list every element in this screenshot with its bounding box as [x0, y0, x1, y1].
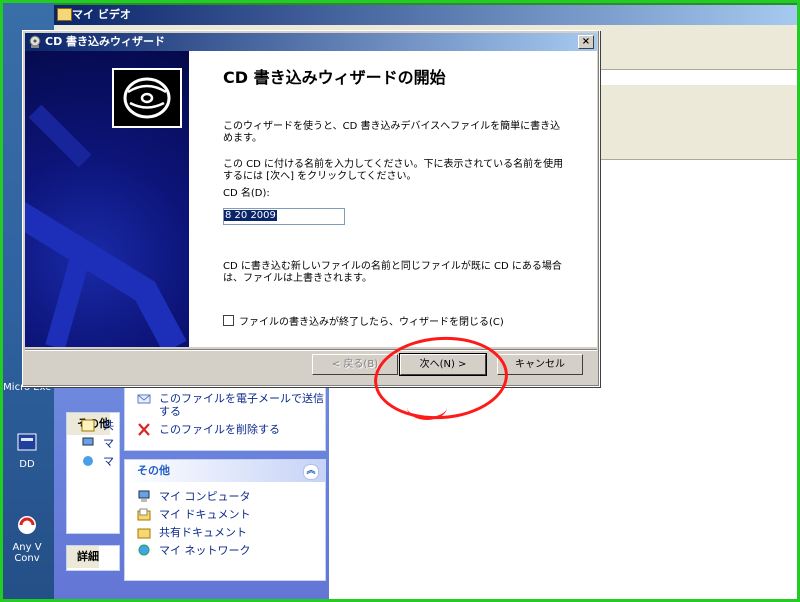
screenshot-frame: [0, 0, 800, 602]
